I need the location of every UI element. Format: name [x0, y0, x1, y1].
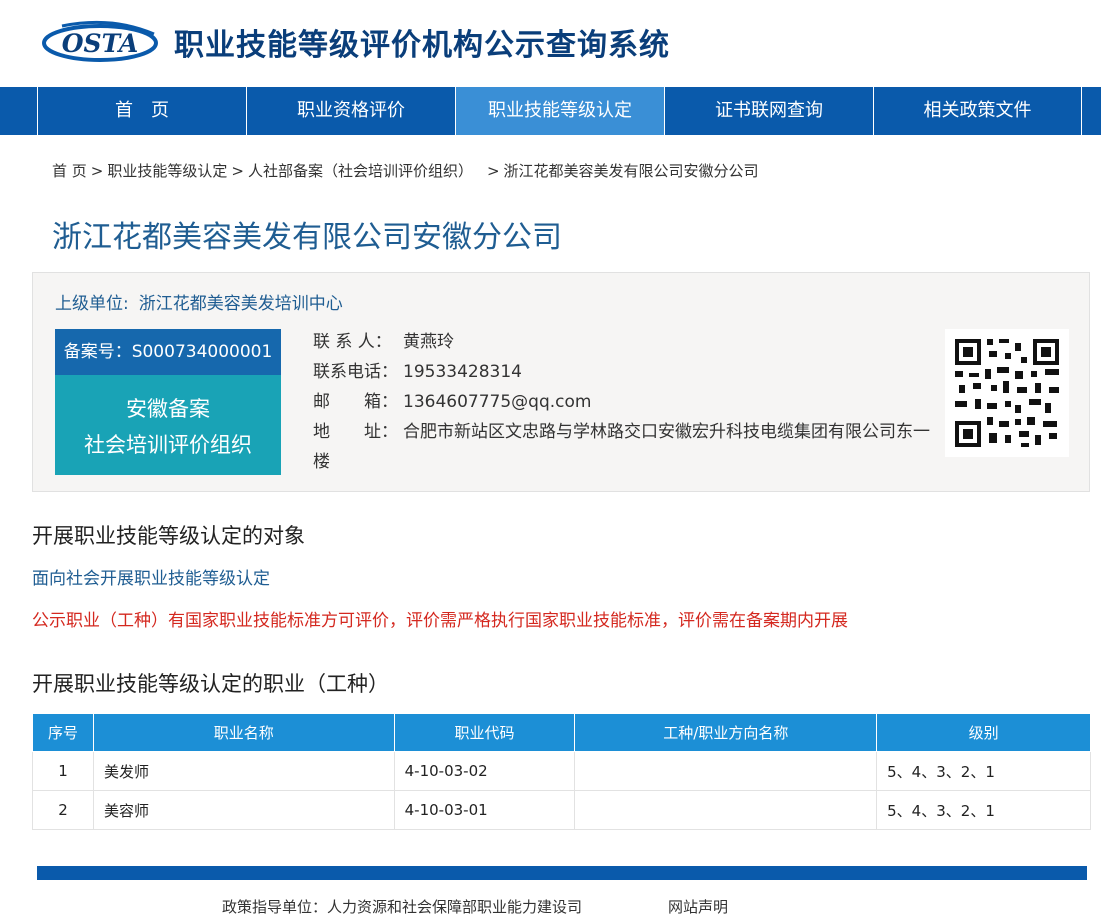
contact-person-row: 联 系 人： 黄燕玲	[313, 327, 933, 357]
cell-code: 4-10-03-02	[393, 751, 576, 791]
cell-level: 5、4、3、2、1	[876, 751, 1091, 791]
col-header-name: 职业名称	[92, 713, 395, 752]
col-header-no: 序号	[32, 713, 94, 752]
parent-unit: 上级单位: 浙江花都美容美发培训中心	[55, 289, 343, 314]
qr-code-icon	[945, 329, 1069, 457]
table-row: 2 美容师 4-10-03-01 5、4、3、2、1	[32, 790, 1091, 830]
breadcrumb-skill-certification[interactable]: 职业技能等级认定	[107, 162, 227, 180]
breadcrumb-separator: >	[90, 162, 104, 180]
record-card: 备案号：S000734000001 安徽备案 社会培训评价组织	[55, 329, 281, 475]
record-number: 备案号：S000734000001	[55, 329, 281, 375]
cell-no: 1	[32, 751, 94, 791]
occupation-table: 序号 职业名称 职业代码 工种/职业方向名称 级别 1 美发师 4-10-03-…	[32, 713, 1091, 830]
col-header-direction: 工种/职业方向名称	[574, 713, 878, 752]
cell-level: 5、4、3、2、1	[876, 790, 1091, 830]
record-type-region: 安徽备案	[126, 397, 210, 421]
section-object-title: 开展职业技能等级认定的对象	[32, 524, 305, 548]
org-title: 浙江花都美容美发有限公司安徽分公司	[52, 220, 562, 255]
footer-statement-link[interactable]: 网站声明	[668, 896, 728, 917]
cell-code: 4-10-03-01	[393, 790, 576, 830]
table-row: 1 美发师 4-10-03-02 5、4、3、2、1	[32, 751, 1091, 791]
section-occupations-title: 开展职业技能等级认定的职业（工种）	[32, 672, 389, 696]
breadcrumb-home[interactable]: 首 页	[52, 162, 87, 180]
phone-value: 19533428314	[403, 362, 522, 382]
email-value: 1364607775@qq.com	[403, 392, 592, 412]
site-header: OSTA 职业技能等级评价机构公示查询系统	[0, 0, 1101, 86]
breadcrumb-mohrss-record[interactable]: 人社部备案（社会培训评价组织）	[248, 162, 473, 180]
record-type-category: 社会培训评价组织	[84, 433, 252, 457]
logo-text: OSTA	[62, 29, 138, 58]
parent-unit-label: 上级单位:	[55, 294, 129, 314]
footer-divider	[37, 866, 1087, 880]
address-label: 地 址：	[313, 422, 398, 442]
footer-guidance: 政策指导单位：人力资源和社会保障部职业能力建设司	[222, 898, 583, 916]
evaluation-notice: 公示职业（工种）有国家职业技能标准方可评价，评价需严格执行国家职业技能标准，评价…	[32, 611, 848, 631]
record-type: 安徽备案 社会培训评价组织	[55, 375, 281, 475]
parent-unit-link[interactable]: 浙江花都美容美发培训中心	[139, 294, 343, 314]
email-label: 邮 箱：	[313, 392, 398, 412]
phone-row: 联系电话： 19533428314	[313, 357, 933, 387]
nav-policy-documents[interactable]: 相关政策文件	[873, 87, 1082, 135]
cell-name: 美容师	[92, 790, 395, 830]
address-value: 合肥市新站区文忠路与学林路交口安徽宏升科技电缆集团有限公司东一楼	[313, 422, 930, 472]
contact-person-label: 联 系 人：	[313, 332, 392, 352]
contact-person-value: 黄燕玲	[403, 332, 454, 352]
breadcrumb: 首 页 > 职业技能等级认定 > 人社部备案（社会培训评价组织） > 浙江花都美容美发有限公…	[52, 160, 759, 181]
address-row: 地 址： 合肥市新站区文忠路与学林路交口安徽宏升科技电缆集团有限公司东一楼	[313, 417, 933, 477]
breadcrumb-current-org: 浙江花都美容美发有限公司安徽分公司	[503, 162, 759, 180]
col-header-code: 职业代码	[393, 713, 576, 752]
cell-no: 2	[32, 790, 94, 830]
cell-name: 美发师	[92, 751, 395, 791]
nav-certificate-query[interactable]: 证书联网查询	[664, 87, 873, 135]
main-nav: 首 页 职业资格评价 职业技能等级认定 证书联网查询 相关政策文件	[0, 87, 1101, 135]
email-row: 邮 箱： 1364607775@qq.com	[313, 387, 933, 417]
section-object-subtitle: 面向社会开展职业技能等级认定	[32, 569, 270, 589]
phone-label: 联系电话：	[313, 362, 398, 382]
cell-direction	[574, 790, 878, 830]
breadcrumb-separator: >	[231, 162, 244, 180]
org-info-panel: 上级单位: 浙江花都美容美发培训中心 备案号：S000734000001 安徽备案…	[32, 272, 1090, 492]
cell-direction	[574, 751, 878, 791]
site-title: 职业技能等级评价机构公示查询系统	[174, 28, 670, 63]
osta-logo[interactable]: OSTA	[42, 18, 158, 64]
nav-home[interactable]: 首 页	[37, 87, 246, 135]
nav-skill-level-certification[interactable]: 职业技能等级认定	[455, 87, 664, 135]
table-header-row: 序号 职业名称 职业代码 工种/职业方向名称 级别	[32, 713, 1091, 752]
nav-qualification-evaluation[interactable]: 职业资格评价	[246, 87, 455, 135]
breadcrumb-separator: >	[486, 162, 500, 180]
contact-details: 联 系 人： 黄燕玲 联系电话： 19533428314 邮 箱： 136460777…	[313, 327, 933, 477]
col-header-level: 级别	[876, 713, 1091, 752]
